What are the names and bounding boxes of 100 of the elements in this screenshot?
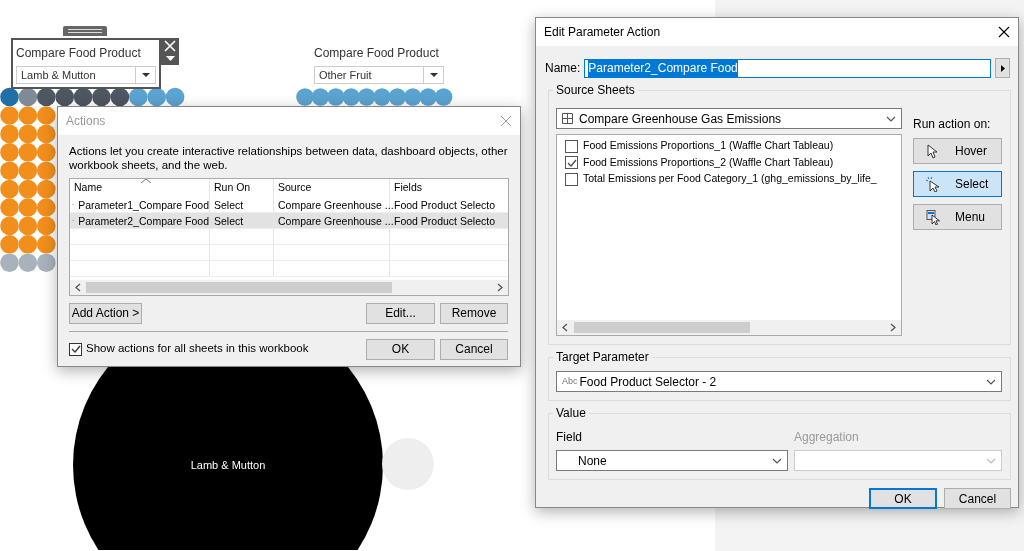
table-cell: Select [210,196,274,213]
run-on-button[interactable]: Menu [913,204,1002,230]
dashboard-dropdown[interactable]: Compare Greenhouse Gas Emissions [556,108,902,129]
scroll-left-icon [75,282,81,292]
dropdown-caret-icon[interactable] [165,56,175,61]
field-label: Aggregation [794,429,860,446]
horizontal-scrollbar[interactable] [70,279,508,295]
waffle-dot [92,87,111,107]
waffle-dot [165,87,185,107]
menu-cursor-icon [926,209,941,225]
column-header[interactable]: Fields [390,178,508,197]
checkbox[interactable] [69,342,82,356]
chevron-down-icon [986,378,996,385]
section-label: Target Parameter [555,351,650,363]
waffle-dot [147,87,166,107]
waffle-dot [37,161,56,180]
waffle-dot [388,88,407,106]
filter-title: Compare Food Product [16,45,142,62]
field-label: Name: [545,60,581,77]
scroll-right-icon [890,323,896,332]
waffle-dot [37,235,56,254]
bubble-label: Lamb & Mutton [189,458,267,473]
chevron-down-icon [886,115,896,122]
waffle-dot [0,143,19,162]
click-cursor-icon [926,176,941,192]
waffle-dot [37,253,56,272]
checkbox-label[interactable]: Food Emissions Proportions_2 (Waffle Chart Tableau) [583,154,834,171]
column-header[interactable]: Run On [210,178,274,197]
waffle-dot [0,124,19,144]
scroll-left-icon [562,323,568,332]
section-label: Value [555,407,587,419]
waffle-dot [18,216,38,236]
caret-down-icon [141,73,150,77]
waffle-dot [434,88,453,106]
waffle-dot [357,88,376,106]
waffle-dot [37,87,56,107]
waffle-dot [37,106,56,125]
waffle-dot [419,88,437,106]
waffle-dot [110,87,130,107]
waffle-dot [0,161,19,180]
edit-button[interactable]: Edit... [366,302,435,324]
section-label: Source Sheets [555,84,636,96]
checkbox-label[interactable]: Show actions for all sheets in this workbook [86,340,309,358]
expand-button[interactable] [995,58,1010,78]
waffle-dot [18,198,38,217]
window-title: Edit Parameter Action [544,24,661,41]
chevron-down-icon [772,457,782,464]
cancel-button[interactable]: Cancel [440,338,508,360]
run-on-button[interactable]: Hover [913,138,1002,164]
waffle-dot [373,88,391,106]
filter-title: Compare Food Product [314,45,440,62]
section-label: Run action on: [913,116,992,133]
table-cell-text: Parameter1_Compare Food [78,197,209,213]
waffle-dot [404,88,422,106]
description-text: Actions let you create interactive relationships between data, dashboard objects, other workbook sheets, and the web. [69,145,509,173]
table-row[interactable]: Parameter1_Compare Food Select Compare Greenhouse ...Food Product Selecto [70,196,508,213]
type-label: Abc [562,374,578,388]
waffle-dot [55,87,74,107]
waffle-dot [37,198,56,217]
waffle-dot [18,124,38,144]
ok-button[interactable]: OK [869,488,937,509]
horizontal-scrollbar[interactable] [557,320,901,335]
checkbox[interactable] [565,172,578,186]
checkbox-label[interactable]: Total Emissions per Food Category_1 (ghg_emissions_by_life_ [583,171,877,188]
table-cell: Food Product Selecto [390,212,508,229]
name-field[interactable]: Parameter2_Compare Food [584,58,991,78]
column-header[interactable]: Name [70,178,210,197]
waffle-dot [37,143,56,162]
checkbox[interactable] [565,156,578,170]
waffle-dot [0,87,19,107]
table-cell: Select [210,212,274,229]
sort-caret-icon [141,178,151,183]
add-action-button[interactable]: Add Action > [69,302,142,324]
column-header[interactable]: Source [274,178,390,197]
table-cell: Food Product Selecto [390,196,508,213]
waffle-dot [18,143,38,162]
scroll-right-icon [497,282,503,292]
drag-handle-icon[interactable] [63,26,107,36]
run-on-button[interactable]: Select [913,171,1002,197]
filter-dropdown[interactable]: Lamb & Mutton [16,66,156,84]
waffle-dot [327,88,345,106]
field-dropdown[interactable]: None [556,450,788,471]
ok-button[interactable]: OK [366,338,435,360]
cancel-button[interactable]: Cancel [944,488,1011,509]
checkbox[interactable] [565,139,578,153]
checkbox-label[interactable]: Food Emissions Proportions_1 (Waffle Chart Tableau) [583,138,834,155]
caret-down-icon [429,73,438,77]
waffle-dot [18,106,38,125]
waffle-dot [18,253,38,272]
filter-dropdown[interactable]: Other Fruit [314,66,444,84]
window-title: Actions [66,113,106,130]
waffle-dot [18,161,38,180]
remove-button[interactable]: Remove [440,302,508,324]
waffle-dot [18,179,38,199]
field-label: Field [556,429,583,446]
close-icon[interactable] [998,26,1010,38]
waffle-dot [37,179,56,199]
waffle-dot [0,179,19,199]
waffle-dot [296,88,314,106]
waffle-dot [0,216,19,236]
